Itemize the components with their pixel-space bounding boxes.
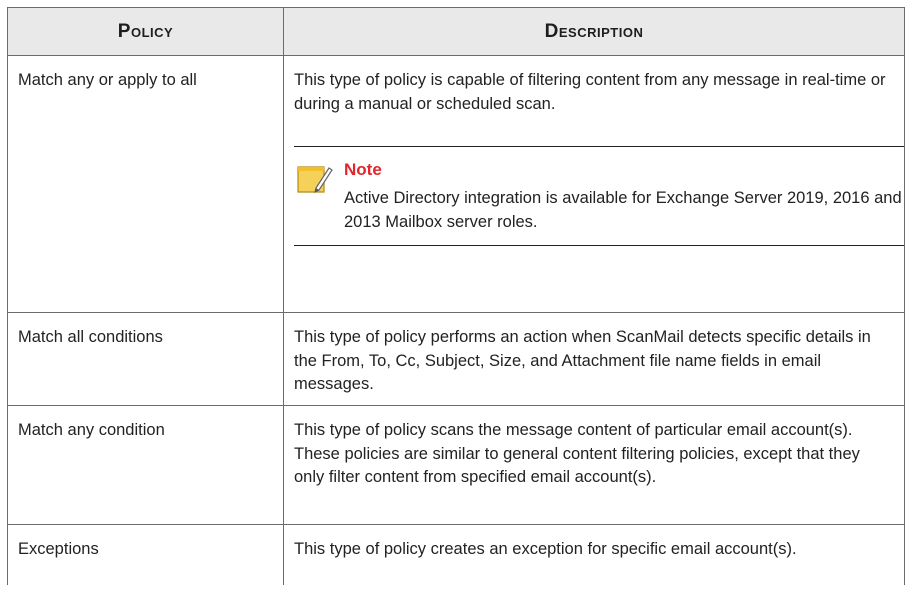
note-callout: Note Active Directory integration is ava… [294, 146, 904, 246]
description-cell: This type of policy performs an action w… [283, 312, 905, 406]
policy-description: This type of policy creates an exception… [294, 540, 797, 558]
policy-description: This type of policy scans the message co… [294, 421, 860, 486]
description-cell: This type of policy is capable of filter… [283, 55, 905, 313]
policy-name: Match all conditions [18, 328, 163, 346]
policy-description: This type of policy is capable of filter… [294, 71, 886, 113]
policy-name: Exceptions [18, 540, 99, 558]
note-pad-pencil-icon [297, 166, 333, 194]
policy-table: Policy Description Match any or apply to… [7, 7, 905, 585]
policy-cell: Match all conditions [7, 312, 284, 406]
note-title: Note [344, 160, 382, 179]
description-cell: This type of policy scans the message co… [283, 405, 905, 525]
description-cell: This type of policy creates an exception… [283, 524, 905, 585]
table-header-row: Policy Description [7, 7, 905, 56]
policy-cell: Exceptions [7, 524, 284, 585]
policy-cell: Match any condition [7, 405, 284, 525]
table-row: Match any condition This type of policy … [7, 405, 905, 525]
note-text: Active Directory integration is availabl… [344, 189, 902, 231]
table-row: Match all conditions This type of policy… [7, 312, 905, 406]
policy-description: This type of policy performs an action w… [294, 328, 871, 393]
description-column-header: Description [283, 7, 905, 56]
policy-name: Match any condition [18, 421, 165, 439]
table-row: Match any or apply to all This type of p… [7, 55, 905, 313]
policy-cell: Match any or apply to all [7, 55, 284, 313]
table-row: Exceptions This type of policy creates a… [7, 524, 905, 585]
policy-name: Match any or apply to all [18, 71, 197, 89]
policy-column-header: Policy [7, 7, 284, 56]
